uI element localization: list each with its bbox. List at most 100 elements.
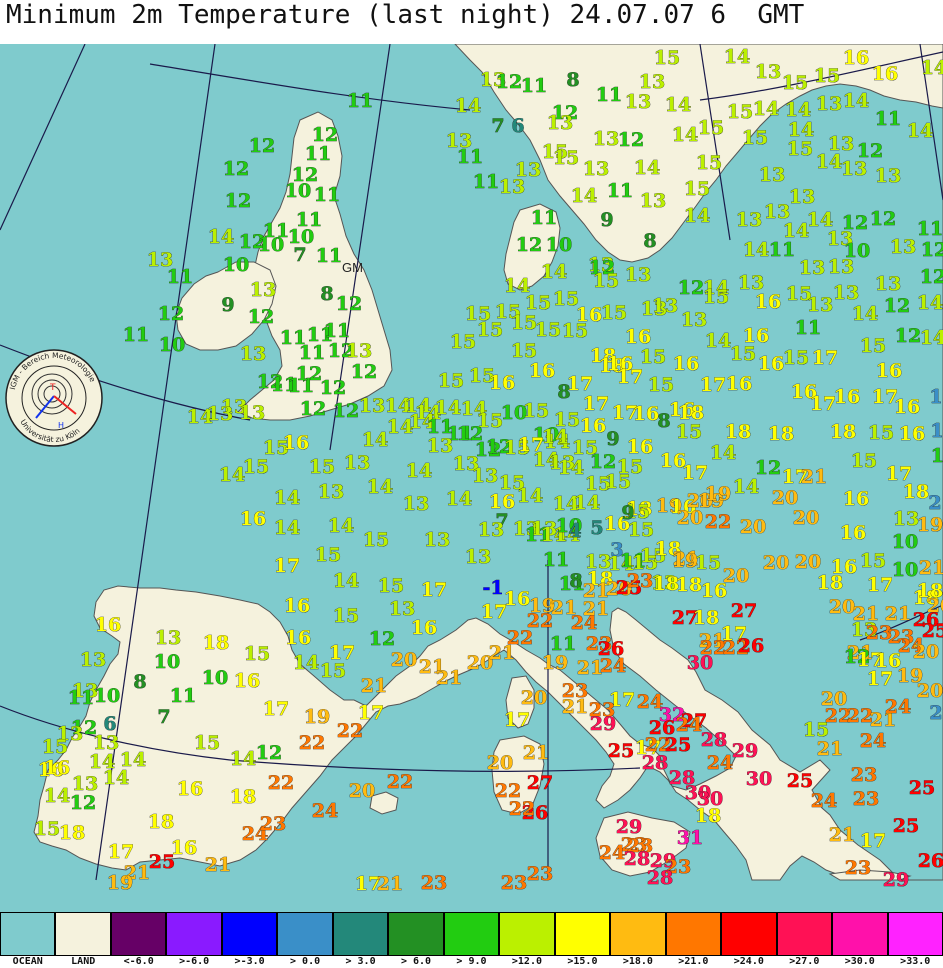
station-temperature-value: 11 <box>607 180 633 202</box>
station-temperature-value: 11 <box>543 549 569 571</box>
station-temperature-value: 13 <box>755 61 781 83</box>
station-temperature-value: 16 <box>627 436 653 458</box>
station-temperature-value: 20 <box>793 507 819 529</box>
station-temperature-value: 12 <box>158 303 184 325</box>
legend-swatch <box>499 912 555 956</box>
station-temperature-value: 14 <box>571 185 597 207</box>
station-temperature-value: 14 <box>710 442 736 464</box>
station-temperature-value: 15 <box>648 374 674 396</box>
station-temperature-value: 13 <box>652 295 678 317</box>
station-temperature-value: 14 <box>574 492 600 514</box>
station-temperature-value: 16 <box>95 614 121 636</box>
station-temperature-value: 20 <box>487 752 513 774</box>
station-temperature-value: 20 <box>521 687 547 709</box>
station-temperature-value: 13 <box>155 627 181 649</box>
legend-swatch <box>887 912 943 956</box>
station-temperature-value: 14 <box>541 261 567 283</box>
station-temperature-value: 25 <box>909 777 935 799</box>
station-temperature-value: 13 <box>890 236 916 258</box>
station-temperature-value: 15 <box>333 605 359 627</box>
station-temperature-value: 15 <box>696 152 722 174</box>
legend-label: >21.0 <box>678 956 709 967</box>
temperature-map: GM T H IGM - Bereich Meteorologie Univer… <box>0 44 943 912</box>
station-temperature-value: 6 <box>511 115 524 137</box>
legend-swatch <box>332 912 389 956</box>
station-temperature-value: 14 <box>219 464 245 486</box>
legend-label: > 0.0 <box>290 956 321 967</box>
station-temperature-value: 9 <box>600 209 613 231</box>
station-temperature-value: 20 <box>740 516 766 538</box>
station-temperature-value: 22 <box>387 771 413 793</box>
station-temperature-value: 20 <box>829 596 855 618</box>
station-temperature-value: 15 <box>34 818 60 840</box>
station-temperature-value: 18 <box>693 607 719 629</box>
station-temperature-value: 17 <box>860 830 886 852</box>
station-temperature-value: 13 <box>893 508 919 530</box>
station-temperature-value: 29 <box>590 713 616 735</box>
station-temperature-value: 16 <box>894 396 920 418</box>
station-temperature-value: 14 <box>230 748 256 770</box>
legend-swatch <box>554 912 611 956</box>
station-temperature-value: 15 <box>727 101 753 123</box>
station-temperature-value: 16 <box>625 326 651 348</box>
legend-swatch <box>221 912 278 956</box>
station-temperature-value: 16 <box>633 403 659 425</box>
station-temperature-value: 15 <box>851 450 877 472</box>
station-temperature-value: 15 <box>477 319 503 341</box>
station-temperature-value: 13 <box>875 273 901 295</box>
station-temperature-value: 14 <box>733 476 759 498</box>
station-temperature-value: 14 <box>843 90 869 112</box>
station-temperature-value: 16 <box>726 373 752 395</box>
station-temperature-value: 13 <box>640 190 666 212</box>
station-temperature-value: 18 <box>230 786 256 808</box>
station-temperature-value: 15 <box>553 147 579 169</box>
station-temperature-value: 16 <box>872 63 898 85</box>
station-temperature-value: 11 <box>596 84 622 106</box>
logo-inner-ring <box>21 365 87 431</box>
station-temperature-value: 1 <box>930 420 943 442</box>
station-temperature-value: 17 <box>810 393 836 415</box>
station-temperature-value: 11 <box>769 239 795 261</box>
station-temperature-value: 14 <box>816 151 842 173</box>
legend-label: >-3.0 <box>234 956 265 967</box>
station-temperature-value: 12 <box>618 129 644 151</box>
station-temperature-value: 14 <box>455 95 481 117</box>
station-temperature-value: 11 <box>299 342 325 364</box>
station-temperature-value: 27 <box>527 772 553 794</box>
station-temperature-value: 2 <box>929 702 942 724</box>
station-temperature-value: 13 <box>424 529 450 551</box>
station-temperature-value: 16 <box>899 423 925 445</box>
station-temperature-value: 12 <box>895 325 921 347</box>
station-temperature-value: 28 <box>701 729 727 751</box>
station-temperature-value: 16 <box>284 595 310 617</box>
station-temperature-value: 12 <box>70 792 96 814</box>
station-temperature-value: 14 <box>705 330 731 352</box>
station-temperature-value: 14 <box>920 327 943 349</box>
station-temperature-value: 12 <box>351 361 377 383</box>
station-temperature-value: 13 <box>816 93 842 115</box>
legend-swatch <box>776 912 833 956</box>
station-temperature-value: 15 <box>787 138 813 160</box>
station-temperature-value: 20 <box>795 551 821 573</box>
station-temperature-value: 10 <box>223 254 249 276</box>
station-temperature-value: 11 <box>347 90 373 112</box>
station-temperature-value: 15 <box>860 335 886 357</box>
station-temperature-value: 23 <box>260 813 286 835</box>
station-temperature-value: 12 <box>320 377 346 399</box>
station-temperature-value: 8 <box>569 570 582 592</box>
station-temperature-value: 12 <box>336 293 362 315</box>
station-temperature-value: 20 <box>391 649 417 671</box>
station-temperature-value: 23 <box>627 570 653 592</box>
legend-label: OCEAN <box>12 956 43 967</box>
legend-swatch <box>0 912 56 956</box>
station-temperature-value: 14 <box>684 205 710 227</box>
station-temperature-value: 12 <box>931 445 943 467</box>
station-temperature-value: 15 <box>42 736 68 758</box>
station-temperature-value: 15 <box>654 47 680 69</box>
station-temperature-value: 17 <box>867 668 893 690</box>
station-temperature-value: 12 <box>496 71 522 93</box>
station-temperature-value: 22 <box>507 627 533 649</box>
station-temperature-value: 10 <box>892 531 918 553</box>
station-temperature-value: 16 <box>755 291 781 313</box>
station-temperature-value: 14 <box>406 460 432 482</box>
